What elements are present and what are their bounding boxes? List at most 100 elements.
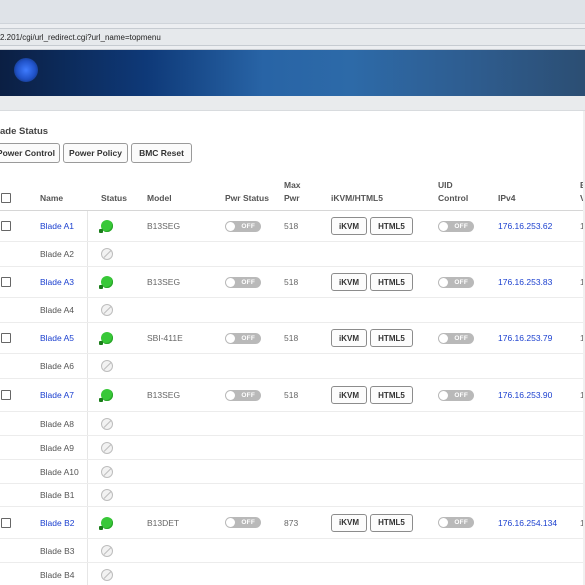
select-all-checkbox[interactable]	[1, 193, 11, 203]
table-row: Blade B4	[0, 563, 585, 585]
header-status: Status	[101, 193, 127, 203]
status-on-icon	[99, 276, 113, 289]
row-checkbox[interactable]	[1, 333, 11, 343]
ikvm-cell: iKVM	[331, 379, 367, 411]
address-text[interactable]: 2.201/cgi/url_redirect.cgi?url_name=topm…	[0, 33, 161, 42]
toggle-label: OFF	[241, 334, 255, 342]
power-toggle[interactable]: OFF	[225, 332, 261, 344]
row-checkbox[interactable]	[1, 390, 11, 400]
row-checkbox[interactable]	[1, 221, 11, 231]
status-icon-cell	[99, 379, 113, 411]
uid-control-cell: OFF	[438, 267, 474, 297]
row-checkbox[interactable]	[1, 517, 11, 528]
ipv4-link[interactable]: 176.16.254.134	[498, 507, 557, 538]
ikvm-button[interactable]: iKVM	[331, 273, 367, 291]
ipv4-link[interactable]: 176.16.253.79	[498, 323, 552, 353]
ikvm-cell: iKVM	[331, 211, 367, 241]
toggle-knob	[226, 390, 235, 400]
toggle-label: OFF	[241, 222, 255, 230]
address-bar[interactable]: 2.201/cgi/url_redirect.cgi?url_name=topm…	[0, 28, 585, 46]
status-icon-cell	[101, 354, 113, 378]
ipv4-link[interactable]: 176.16.253.90	[498, 379, 552, 411]
uid-toggle[interactable]: OFF	[438, 276, 474, 288]
power-control-button[interactable]: Power Control	[0, 143, 60, 163]
table-row: Blade A3 B13SEG OFF 518 iKVM HTML5 OFF 176.16.2…	[0, 267, 585, 298]
status-icon-cell	[101, 242, 113, 266]
html5-button[interactable]: HTML5	[370, 217, 413, 235]
power-toggle[interactable]: OFF	[225, 517, 261, 528]
row-select-cell[interactable]	[1, 323, 11, 353]
table-row: Blade A5 SBI-411E OFF 518 iKVM HTML5 OFF 176.16…	[0, 323, 585, 354]
column-divider	[87, 539, 88, 562]
status-empty-icon	[101, 489, 113, 501]
blade-name-link[interactable]: Blade A5	[40, 323, 74, 353]
header-model: Model	[147, 193, 172, 203]
power-policy-button[interactable]: Power Policy	[63, 143, 128, 163]
ipv4-link[interactable]: 176.16.253.62	[498, 211, 552, 241]
row-select-cell[interactable]	[1, 507, 11, 538]
menu-strip	[0, 96, 585, 111]
table-row: Blade A1 B13SEG OFF 518 iKVM HTML5 OFF 176.16.2…	[0, 211, 585, 242]
select-all-cell[interactable]	[1, 193, 11, 203]
ikvm-button[interactable]: iKVM	[331, 329, 367, 347]
pwr-status-cell: OFF	[225, 379, 261, 411]
column-divider	[87, 354, 88, 378]
blade-name-link[interactable]: Blade A7	[40, 379, 74, 411]
toggle-label: OFF	[241, 391, 255, 399]
html5-cell: HTML5	[370, 211, 413, 241]
toggle-knob	[226, 221, 235, 231]
row-select-cell[interactable]	[1, 379, 11, 411]
header-max-pwr: Max Pwr	[284, 180, 301, 204]
column-divider	[87, 298, 88, 322]
header-ikvm: iKVM/HTML5	[331, 193, 383, 203]
row-select-cell[interactable]	[1, 267, 11, 297]
uid-toggle[interactable]: OFF	[438, 332, 474, 344]
uid-control-cell: OFF	[438, 379, 474, 411]
html5-button[interactable]: HTML5	[370, 329, 413, 347]
table-row: Blade A8	[0, 412, 585, 436]
page-title: ade Status	[0, 126, 49, 137]
status-icon-cell	[101, 484, 113, 506]
toggle-label: OFF	[454, 222, 468, 230]
status-icon-cell	[99, 211, 113, 241]
html5-button[interactable]: HTML5	[370, 386, 413, 404]
ipv4-link[interactable]: 176.16.253.83	[498, 267, 552, 297]
power-toggle[interactable]: OFF	[225, 220, 261, 232]
blade-name-text: Blade A6	[40, 361, 75, 371]
max-pwr-text: 518	[284, 390, 299, 400]
status-icon-cell	[99, 267, 113, 297]
blade-name-link[interactable]: Blade A3	[40, 267, 74, 297]
status-on-icon	[99, 389, 113, 402]
row-select-cell[interactable]	[1, 211, 11, 241]
toggle-knob	[226, 333, 235, 343]
toggle-knob	[439, 277, 448, 287]
blade-name-link[interactable]: Blade A1	[40, 211, 74, 241]
status-icon-cell	[101, 436, 113, 459]
toggle-knob	[439, 518, 448, 527]
html5-cell: HTML5	[370, 267, 413, 297]
table-row: Blade B1	[0, 484, 585, 507]
header-max-pwr-line2: Pwr	[284, 193, 300, 203]
uid-toggle[interactable]: OFF	[438, 389, 474, 401]
power-toggle[interactable]: OFF	[225, 389, 261, 401]
blade-name-link[interactable]: Blade B2	[40, 507, 75, 538]
uid-toggle[interactable]: OFF	[438, 517, 474, 528]
toggle-label: OFF	[454, 278, 468, 286]
html5-button[interactable]: HTML5	[370, 273, 413, 291]
uid-toggle[interactable]: OFF	[438, 220, 474, 232]
browser-toolbar: 2.201/cgi/url_redirect.cgi?url_name=topm…	[0, 24, 585, 50]
table-row: Blade A9	[0, 436, 585, 460]
row-checkbox[interactable]	[1, 277, 11, 287]
ikvm-button[interactable]: iKVM	[331, 217, 367, 235]
model-text: SBI-411E	[147, 333, 183, 343]
ikvm-button[interactable]: iKVM	[331, 386, 367, 404]
bmc-reset-button[interactable]: BMC Reset	[131, 143, 192, 163]
table-row: Blade B2 B13DET OFF 873 iKVM HTML5 OFF 176.16.2…	[0, 507, 585, 539]
power-toggle[interactable]: OFF	[225, 276, 261, 288]
column-divider	[87, 412, 88, 435]
html5-button[interactable]: HTML5	[370, 513, 413, 532]
ikvm-button[interactable]: iKVM	[331, 513, 367, 532]
toggle-label: OFF	[241, 278, 255, 286]
blade-name-text: Blade A10	[40, 466, 79, 477]
html5-cell: HTML5	[370, 507, 413, 538]
